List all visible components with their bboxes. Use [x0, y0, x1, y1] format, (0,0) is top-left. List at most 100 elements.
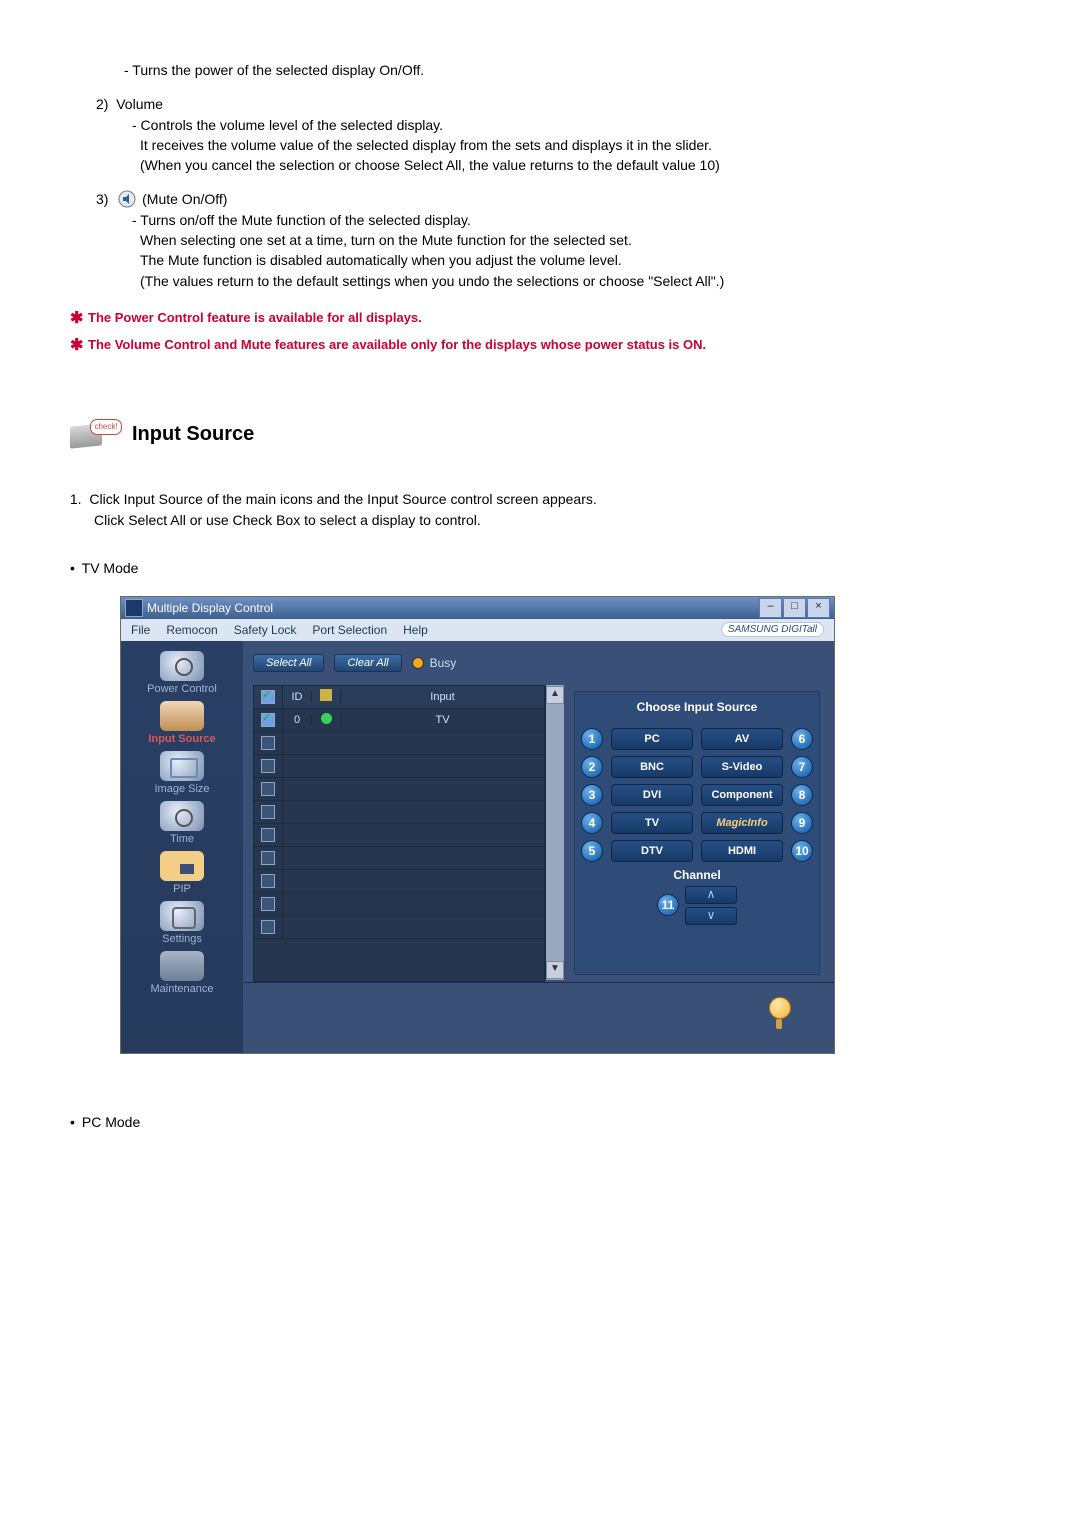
- maintenance-icon: [160, 951, 204, 981]
- row-checkbox[interactable]: [261, 851, 275, 865]
- minimize-button[interactable]: –: [759, 598, 782, 618]
- volume-heading: 2) Volume: [60, 94, 1020, 114]
- nav-settings[interactable]: Settings: [127, 901, 237, 945]
- intro-line-1: 1. Click Input Source of the main icons …: [60, 489, 1020, 509]
- grid-header-input: Input: [341, 691, 544, 703]
- callout-badge-8: 8: [791, 784, 813, 806]
- row-checkbox[interactable]: [261, 805, 275, 819]
- table-row[interactable]: [254, 870, 544, 893]
- mdc-window: Multiple Display Control – □ × File Remo…: [120, 596, 835, 1054]
- nav-label: Maintenance: [127, 983, 237, 995]
- status-dot-icon: [321, 713, 332, 724]
- maximize-button[interactable]: □: [783, 598, 806, 618]
- source-pc-button[interactable]: PC: [611, 728, 693, 750]
- scroll-up-button[interactable]: ▲: [546, 686, 564, 704]
- callout-badge-6: 6: [791, 728, 813, 750]
- power-icon: [160, 651, 204, 681]
- source-s-video-button[interactable]: S-Video: [701, 756, 783, 778]
- brand-label: SAMSUNG DIGITall: [721, 622, 824, 637]
- toolbar: Select All Clear All Busy: [243, 641, 834, 685]
- nav-pip[interactable]: PIP: [127, 851, 237, 895]
- tv-mode-label: • TV Mode: [60, 560, 1020, 576]
- power-line1: - Turns the power of the selected displa…: [60, 60, 1020, 80]
- table-row[interactable]: 0 TV: [254, 709, 544, 732]
- time-icon: [160, 801, 204, 831]
- star-note-2: ✱The Volume Control and Mute features ar…: [60, 332, 1020, 359]
- nav-input-source[interactable]: Input Source: [127, 701, 237, 745]
- source-bnc-button[interactable]: BNC: [611, 756, 693, 778]
- channel-up-button[interactable]: ∧: [685, 886, 737, 904]
- source-hdmi-button[interactable]: HDMI: [701, 840, 783, 862]
- table-row[interactable]: [254, 893, 544, 916]
- menu-file[interactable]: File: [131, 623, 150, 637]
- volume-l1: - Controls the volume level of the selec…: [60, 115, 1020, 135]
- channel-down-button[interactable]: ∨: [685, 907, 737, 925]
- callout-badge-7: 7: [791, 756, 813, 778]
- table-row[interactable]: [254, 755, 544, 778]
- grid-header-id: ID: [283, 691, 312, 703]
- callout-badge-4: 4: [581, 812, 603, 834]
- choose-input-title: Choose Input Source: [581, 700, 813, 714]
- header-checkbox[interactable]: [261, 690, 275, 704]
- row-input: TV: [341, 714, 544, 726]
- row-id: 0: [283, 714, 312, 726]
- titlebar: Multiple Display Control – □ ×: [121, 597, 834, 619]
- nav-label: Input Source: [127, 733, 237, 745]
- busy-dot-icon: [412, 657, 424, 669]
- row-checkbox[interactable]: [261, 897, 275, 911]
- menu-remocon[interactable]: Remocon: [166, 623, 217, 637]
- intro-line-2: Click Select All or use Check Box to sel…: [60, 510, 1020, 530]
- nav-power-control[interactable]: Power Control: [127, 651, 237, 695]
- menu-help[interactable]: Help: [403, 623, 428, 637]
- close-button[interactable]: ×: [807, 598, 830, 618]
- side-nav: Power Control Input Source Image Size Ti…: [121, 641, 243, 1053]
- menubar: File Remocon Safety Lock Port Selection …: [121, 619, 834, 641]
- callout-badge-3: 3: [581, 784, 603, 806]
- source-av-button[interactable]: AV: [701, 728, 783, 750]
- channel-label: Channel: [581, 868, 813, 882]
- table-row[interactable]: [254, 824, 544, 847]
- source-component-button[interactable]: Component: [701, 784, 783, 806]
- nav-image-size[interactable]: Image Size: [127, 751, 237, 795]
- clear-all-button[interactable]: Clear All: [334, 654, 401, 672]
- callout-badge-5: 5: [581, 840, 603, 862]
- nav-maintenance[interactable]: Maintenance: [127, 951, 237, 995]
- source-magicinfo-button[interactable]: MagicInfo: [701, 812, 783, 834]
- image-size-icon: [160, 751, 204, 781]
- channel-badge-11: 11: [657, 894, 679, 916]
- section-title: Input Source: [132, 423, 254, 446]
- table-row[interactable]: [254, 847, 544, 870]
- row-checkbox[interactable]: [261, 759, 275, 773]
- source-dvi-button[interactable]: DVI: [611, 784, 693, 806]
- select-all-button[interactable]: Select All: [253, 654, 324, 672]
- row-checkbox[interactable]: [261, 874, 275, 888]
- table-row[interactable]: [254, 732, 544, 755]
- input-source-icon: [160, 701, 204, 731]
- callout-badge-1: 1: [581, 728, 603, 750]
- nav-label: Image Size: [127, 783, 237, 795]
- source-tv-button[interactable]: TV: [611, 812, 693, 834]
- display-grid: ID Input 0 TV: [253, 685, 545, 982]
- callout-badge-10: 10: [791, 840, 813, 862]
- volume-l2: It receives the volume value of the sele…: [60, 135, 1020, 155]
- table-row[interactable]: [254, 778, 544, 801]
- table-row[interactable]: [254, 916, 544, 939]
- menu-port-selection[interactable]: Port Selection: [312, 623, 387, 637]
- nav-time[interactable]: Time: [127, 801, 237, 845]
- table-row[interactable]: [254, 801, 544, 824]
- row-checkbox[interactable]: [261, 828, 275, 842]
- window-title: Multiple Display Control: [147, 601, 273, 615]
- info-bulb-icon: [764, 995, 794, 1031]
- nav-label: Power Control: [127, 683, 237, 695]
- row-checkbox[interactable]: [261, 713, 275, 727]
- grid-scrollbar[interactable]: ▲ ▼: [545, 685, 564, 980]
- row-checkbox[interactable]: [261, 920, 275, 934]
- choose-input-source-panel: Choose Input Source 1PCAV62BNCS-Video73D…: [574, 691, 820, 975]
- mute-l3: The Mute function is disabled automatica…: [60, 250, 1020, 270]
- menu-safety-lock[interactable]: Safety Lock: [234, 623, 297, 637]
- row-checkbox[interactable]: [261, 736, 275, 750]
- mute-l4: (The values return to the default settin…: [60, 271, 1020, 291]
- row-checkbox[interactable]: [261, 782, 275, 796]
- scroll-down-button[interactable]: ▼: [546, 961, 564, 979]
- source-dtv-button[interactable]: DTV: [611, 840, 693, 862]
